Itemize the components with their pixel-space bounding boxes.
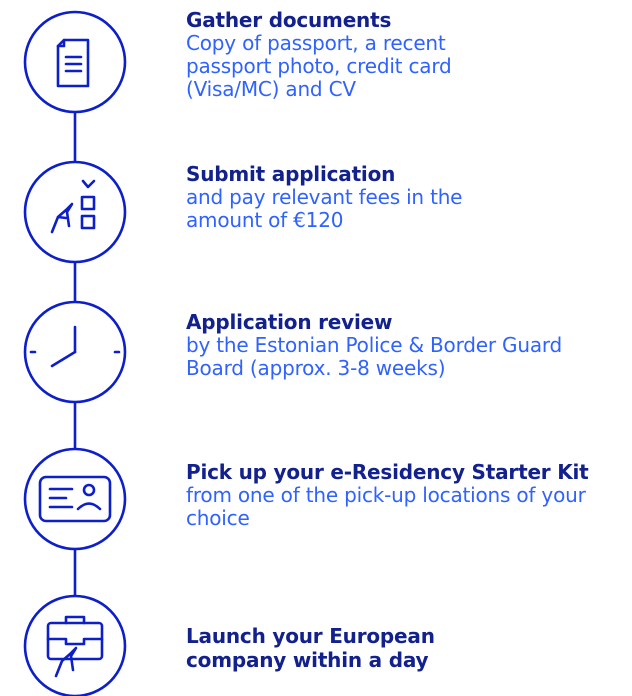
step-title: Launch your European company within a da… — [186, 624, 435, 672]
step-description: by the Estonian Police & Border Guard Bo… — [186, 333, 563, 380]
step-4: Pick up your e-Residency Starter Kit fro… — [186, 460, 626, 530]
step-description: from one of the pick-up locations of you… — [186, 483, 586, 530]
step-3: Application review by the Estonian Polic… — [186, 310, 626, 380]
step-title: Application review — [186, 310, 393, 334]
step-title: Gather documents — [186, 8, 392, 32]
step-1: Gather documents Copy of passport, a rec… — [186, 8, 626, 101]
step-circle — [23, 10, 127, 114]
step-title: Pick up your e-Residency Starter Kit — [186, 460, 589, 484]
step-description: Copy of passport, a recent passport phot… — [186, 31, 452, 101]
step-2: Submit application and pay relevant fees… — [186, 162, 626, 232]
step-description: and pay relevant fees in the amount of €… — [186, 185, 463, 232]
step-5: Launch your European company within a da… — [186, 624, 626, 672]
step-title: Submit application — [186, 162, 396, 186]
process-timeline: Gather documents Copy of passport, a rec… — [0, 0, 632, 696]
step-circle — [23, 594, 127, 696]
step-circle — [23, 160, 127, 264]
